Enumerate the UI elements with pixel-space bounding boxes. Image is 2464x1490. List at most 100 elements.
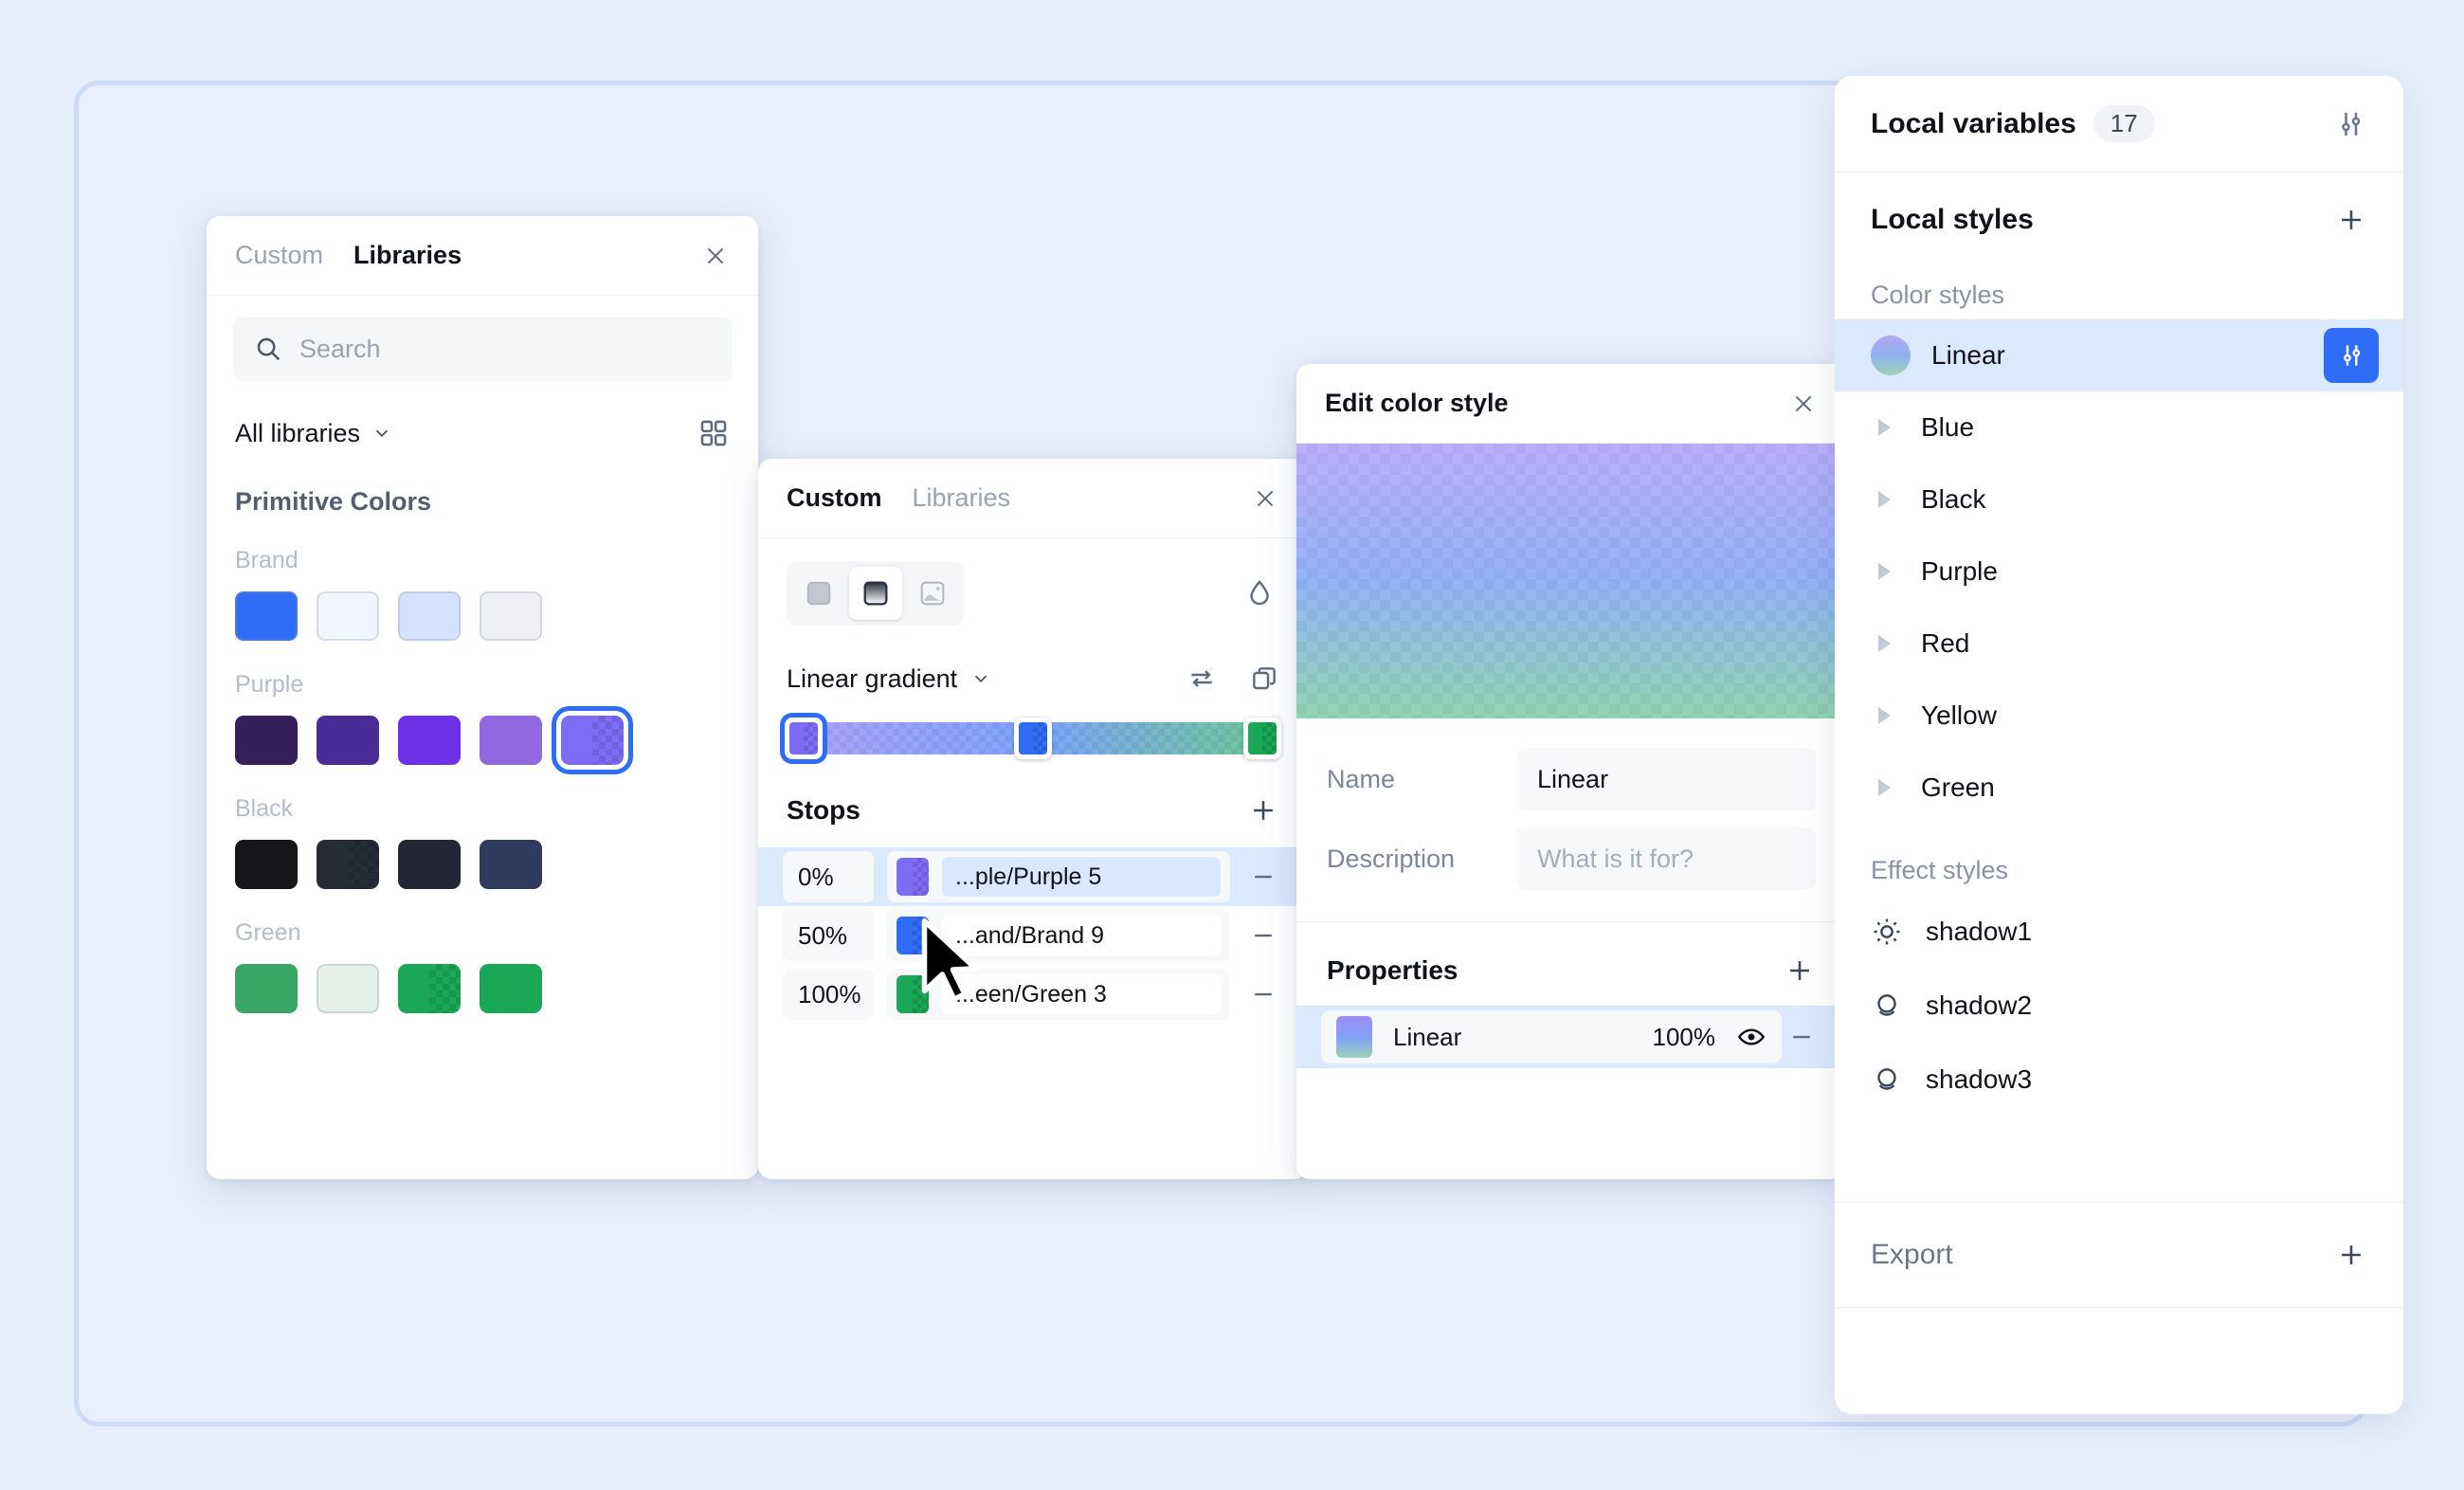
- color-swatch[interactable]: [235, 840, 298, 889]
- close-icon[interactable]: [698, 238, 734, 274]
- color-style-label: Green: [1921, 772, 1995, 802]
- custom-fill-panel: Custom Libraries Linear gradient Stops 0…: [758, 459, 1308, 1179]
- rotate-copy-icon[interactable]: [1249, 663, 1279, 694]
- effect-style-item-shadow3[interactable]: shadow3: [1835, 1043, 2403, 1117]
- tab-custom[interactable]: Custom: [235, 241, 323, 270]
- gradient-preview[interactable]: [1296, 444, 1846, 718]
- right-sidebar: Local variables 17 Local styles Color st…: [1835, 76, 2403, 1414]
- gradient-stop-handle[interactable]: [1242, 718, 1281, 759]
- close-icon[interactable]: [1247, 481, 1283, 517]
- transparency-checker: [348, 840, 379, 889]
- gradient-type-select[interactable]: Linear gradient: [787, 664, 991, 694]
- library-filter-row: All libraries: [207, 381, 758, 449]
- color-style-label: Yellow: [1921, 700, 1997, 730]
- divider: [1835, 1307, 2403, 1308]
- color-swatch[interactable]: [480, 840, 542, 889]
- color-style-folder-yellow[interactable]: Yellow: [1835, 680, 2403, 752]
- library-filter-select[interactable]: All libraries: [235, 419, 392, 448]
- close-icon[interactable]: [1785, 386, 1821, 422]
- transparency-checker: [592, 716, 624, 765]
- color-swatch[interactable]: [480, 591, 542, 641]
- color-swatch[interactable]: [398, 591, 461, 641]
- style-settings-button[interactable]: [2324, 328, 2379, 383]
- stop-variable-pill[interactable]: ...and/Brand 9: [942, 916, 1221, 955]
- stop-color-chip[interactable]: [897, 975, 929, 1013]
- color-swatch[interactable]: [398, 716, 461, 765]
- color-style-folder-black[interactable]: Black: [1835, 463, 2403, 536]
- stop-color-chip[interactable]: [897, 858, 929, 896]
- reverse-icon[interactable]: [1187, 663, 1217, 694]
- stop-percent-input[interactable]: 50%: [783, 910, 874, 961]
- eye-icon[interactable]: [1736, 1022, 1766, 1052]
- color-swatch[interactable]: [317, 840, 379, 889]
- remove-stop-icon[interactable]: [1249, 921, 1277, 950]
- properties-header: Properties: [1296, 922, 1846, 1006]
- name-input[interactable]: Linear: [1516, 748, 1816, 810]
- remove-stop-icon[interactable]: [1249, 863, 1277, 891]
- add-property-icon[interactable]: [1784, 954, 1816, 987]
- color-swatch[interactable]: [317, 591, 379, 641]
- gradient-stop-handle[interactable]: [785, 718, 824, 759]
- color-swatch[interactable]: [235, 716, 298, 765]
- color-swatch[interactable]: [398, 964, 461, 1013]
- tab-custom[interactable]: Custom: [787, 483, 882, 513]
- effect-style-item-shadow2[interactable]: shadow2: [1835, 969, 2403, 1043]
- drop-shadow-icon: [1877, 1068, 1896, 1090]
- color-style-folder-blue[interactable]: Blue: [1835, 391, 2403, 463]
- edit-panel-header: Edit color style: [1296, 364, 1846, 444]
- color-swatch[interactable]: [480, 964, 542, 1013]
- stop-row[interactable]: 0% ...ple/Purple 5: [758, 847, 1308, 906]
- stop-row[interactable]: 100% ...een/Green 3: [758, 965, 1308, 1024]
- remove-stop-icon[interactable]: [1249, 980, 1277, 1008]
- stop-color-chip[interactable]: [897, 917, 929, 954]
- add-stop-icon[interactable]: [1247, 794, 1279, 827]
- color-swatch[interactable]: [480, 716, 542, 765]
- stops-title: Stops: [787, 795, 861, 825]
- edit-color-style-panel: Edit color style Name Linear Description…: [1296, 364, 1846, 1179]
- color-style-folder-green[interactable]: Green: [1835, 752, 2403, 824]
- name-label: Name: [1327, 764, 1396, 793]
- property-swatch[interactable]: [1336, 1016, 1372, 1058]
- color-style-folder-purple[interactable]: Purple: [1835, 536, 2403, 608]
- stop-variable-pill[interactable]: ...ple/Purple 5: [942, 857, 1221, 897]
- description-input[interactable]: What is it for?: [1516, 827, 1816, 890]
- stop-color-area: ...ple/Purple 5: [887, 851, 1230, 902]
- tab-libraries[interactable]: Libraries: [913, 483, 1011, 513]
- stop-percent-input[interactable]: 100%: [783, 969, 874, 1020]
- grid-view-icon[interactable]: [698, 417, 730, 449]
- sliders-icon[interactable]: [2333, 107, 2367, 141]
- stop-variable-pill[interactable]: ...een/Green 3: [942, 974, 1221, 1014]
- effect-style-item-shadow1[interactable]: shadow1: [1835, 895, 2403, 969]
- color-style-folder-red[interactable]: Red: [1835, 608, 2403, 680]
- solid-fill-icon[interactable]: [792, 567, 845, 620]
- add-style-icon[interactable]: [2335, 204, 2367, 236]
- search-input[interactable]: Search: [233, 317, 732, 381]
- tab-libraries[interactable]: Libraries: [353, 241, 462, 270]
- color-swatch[interactable]: [317, 964, 379, 1013]
- gradient-bar[interactable]: [785, 718, 1281, 759]
- color-swatch[interactable]: [235, 591, 298, 641]
- add-export-icon[interactable]: [2335, 1239, 2367, 1271]
- color-group-purple: Purple: [207, 641, 758, 774]
- stop-percent-input[interactable]: 0%: [783, 851, 874, 902]
- gradient-fill-icon[interactable]: [849, 567, 902, 620]
- eyedropper-droplet-icon[interactable]: [1243, 577, 1276, 609]
- sliders-icon: [2344, 345, 2361, 366]
- color-swatch[interactable]: [398, 840, 461, 889]
- property-opacity[interactable]: 100%: [1653, 1023, 1716, 1052]
- description-field-row: Description What is it for?: [1296, 819, 1846, 899]
- color-swatch[interactable]: [317, 716, 379, 765]
- stops-header: Stops: [758, 754, 1308, 847]
- properties-title: Properties: [1327, 955, 1458, 985]
- color-swatch-selected[interactable]: [552, 706, 633, 774]
- stop-row[interactable]: 50% ...and/Brand 9: [758, 906, 1308, 965]
- color-style-item-linear[interactable]: Linear: [1835, 319, 2403, 391]
- group-label: Brand: [235, 547, 299, 573]
- swatch-row: [207, 699, 758, 774]
- image-fill-icon[interactable]: [906, 567, 959, 620]
- color-swatch[interactable]: [235, 964, 298, 1013]
- gradient-stop-handle[interactable]: [1014, 718, 1052, 759]
- property-row[interactable]: Linear 100%: [1296, 1006, 1846, 1068]
- remove-property-icon[interactable]: [1787, 1023, 1816, 1051]
- color-group-green: Green: [207, 889, 758, 1013]
